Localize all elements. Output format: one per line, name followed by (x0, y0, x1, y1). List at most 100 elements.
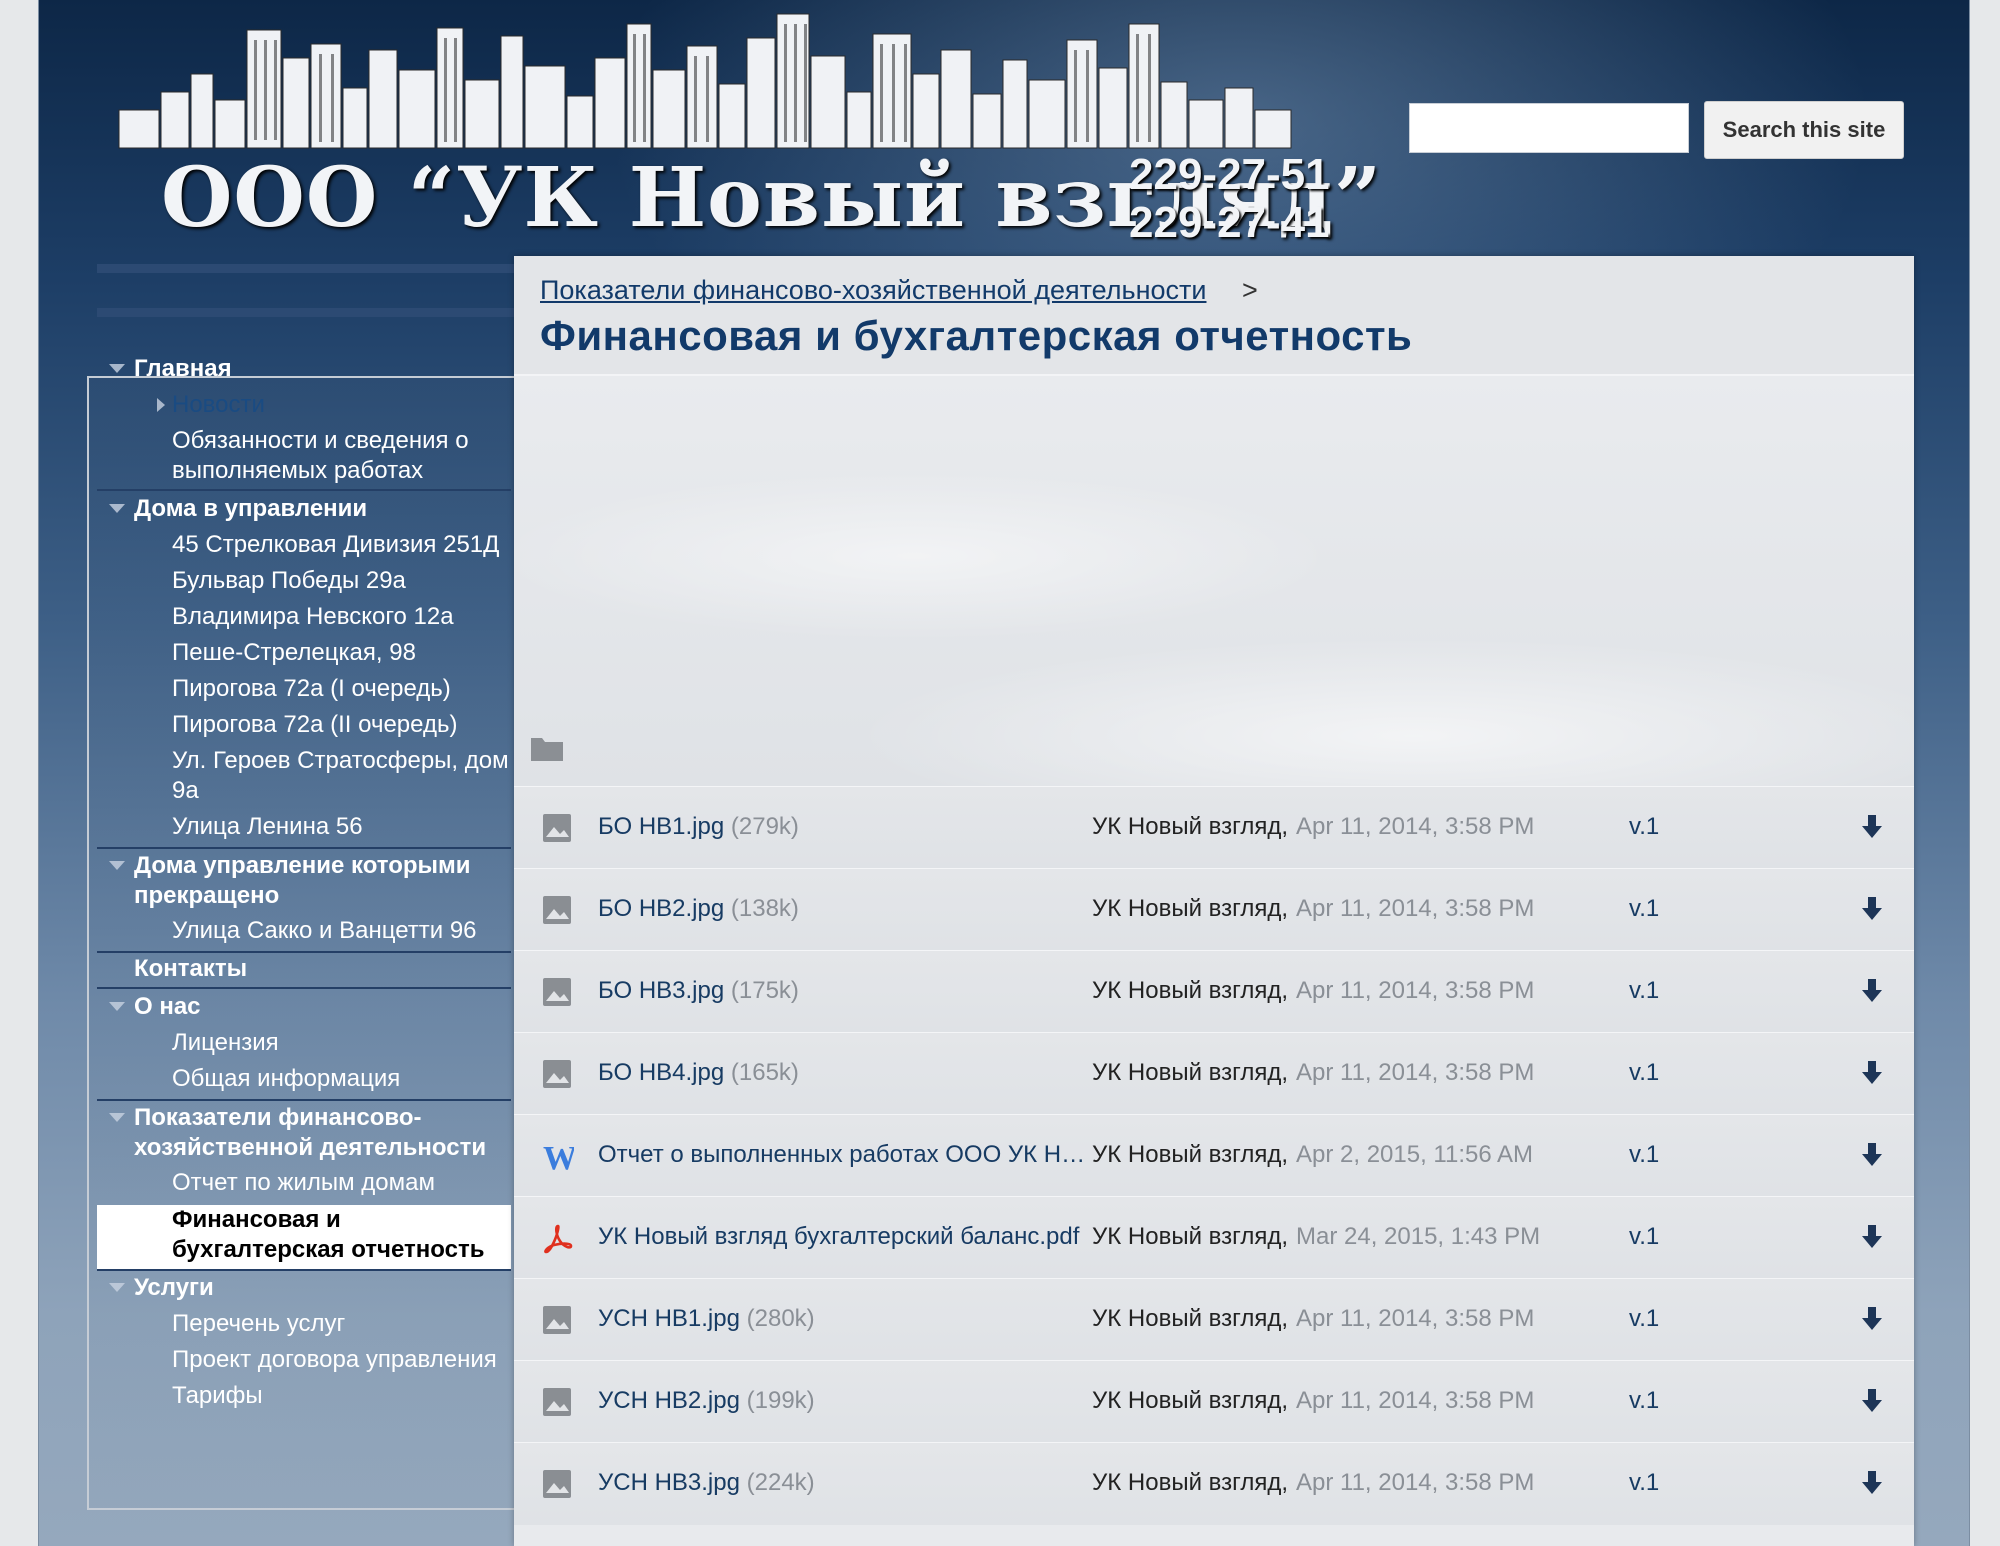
file-row[interactable]: W Отчет о выполненных работах ООО УК Н… … (514, 1114, 1914, 1197)
file-name-link[interactable]: УК Новый взгляд бухгалтерский баланс.pdf (598, 1223, 1088, 1251)
sidebar-item-license[interactable]: Лицензия (97, 1028, 511, 1058)
sidebar-item-services[interactable]: Услуги (97, 1273, 511, 1303)
collapsed-icon (157, 398, 165, 412)
file-version-link[interactable]: v.1 (1629, 1223, 1659, 1251)
sidebar-item-former-houses[interactable]: Дома управление которыми прекращено (97, 851, 511, 911)
file-version-link[interactable]: v.1 (1629, 1305, 1659, 1333)
word-icon: W (543, 1141, 574, 1173)
file-name-link[interactable]: БО НВ2.jpg (138k) (598, 895, 1088, 923)
file-name-link[interactable]: БО НВ3.jpg (175k) (598, 977, 1088, 1005)
download-icon[interactable] (1860, 1141, 1884, 1169)
sidebar-item-label: 45 Стрелковая Дивизия 251Д (172, 531, 500, 558)
sidebar-item-label: Пирогова 72а (I очередь) (172, 675, 451, 702)
file-name-link[interactable]: БО НВ1.jpg (279k) (598, 813, 1088, 841)
sidebar-item-house[interactable]: Пирогова 72а (I очередь) (97, 674, 511, 704)
sidebar-item-tariffs[interactable]: Тарифы (97, 1381, 511, 1411)
file-row[interactable]: БО НВ3.jpg (175k) УК Новый взгляд, Apr 1… (514, 950, 1914, 1033)
skyline-logo (118, 13, 1292, 149)
sidebar-item-about[interactable]: О нас (97, 992, 511, 1022)
download-icon[interactable] (1860, 1223, 1884, 1251)
sidebar-item-financial-indicators[interactable]: Показатели финансово-хозяйственной деяте… (97, 1103, 511, 1163)
file-name-link[interactable]: Отчет о выполненных работах ООО УК Н… (598, 1141, 1088, 1169)
sidebar-item-news[interactable]: Новости (97, 390, 511, 420)
file-name-link[interactable]: БО НВ4.jpg (165k) (598, 1059, 1088, 1087)
file-date: Apr 2, 2015, 11:56 AM (1296, 1141, 1534, 1168)
file-row[interactable]: УСН НВ1.jpg (280k) УК Новый взгляд, Apr … (514, 1278, 1914, 1361)
file-row[interactable]: БО НВ4.jpg (165k) УК Новый взгляд, Apr 1… (514, 1032, 1914, 1115)
svg-text:W: W (543, 1141, 574, 1173)
file-date: Apr 11, 2014, 3:58 PM (1296, 1059, 1535, 1086)
download-icon[interactable] (1860, 1305, 1884, 1333)
sidebar-separator (97, 987, 511, 989)
download-icon[interactable] (1860, 1469, 1884, 1497)
sidebar-item-label: Дома управление которыми прекращено (134, 852, 471, 909)
search-button[interactable]: Search this site (1704, 101, 1904, 159)
sidebar-separator (97, 951, 511, 953)
file-version-link[interactable]: v.1 (1629, 1469, 1659, 1497)
content-background (514, 376, 1914, 786)
file-name-link[interactable]: УСН НВ1.jpg (280k) (598, 1305, 1088, 1333)
sidebar-item-label: Перечень услуг (172, 1310, 346, 1337)
file-version-link[interactable]: v.1 (1629, 1141, 1659, 1169)
search-input[interactable] (1409, 103, 1689, 153)
sidebar-item-houses[interactable]: Дома в управлении (97, 494, 511, 524)
file-row[interactable]: УСН НВ2.jpg (199k) УК Новый взгляд, Apr … (514, 1360, 1914, 1443)
file-name-link[interactable]: УСН НВ2.jpg (199k) (598, 1387, 1088, 1415)
expand-icon (109, 1283, 125, 1292)
file-date: Apr 11, 2014, 3:58 PM (1296, 977, 1535, 1004)
file-row[interactable]: БО НВ2.jpg (138k) УК Новый взгляд, Apr 1… (514, 868, 1914, 951)
sidebar-separator (97, 489, 511, 491)
download-icon[interactable] (1860, 895, 1884, 923)
sidebar-item-housing-report[interactable]: Отчет по жилым домам (97, 1168, 511, 1198)
sidebar-separator (97, 847, 511, 849)
phone-number-2: 229-27-41 (1129, 198, 1330, 247)
sidebar-item-label: Тарифы (172, 1382, 263, 1409)
file-version-link[interactable]: v.1 (1629, 813, 1659, 841)
sidebar-separator (97, 1269, 511, 1271)
pdf-icon (544, 1224, 573, 1254)
file-row[interactable]: УСН НВ3.jpg (224k) УК Новый взгляд, Apr … (514, 1442, 1914, 1525)
file-version-link[interactable]: v.1 (1629, 1387, 1659, 1415)
sidebar-item-label: Дома в управлении (134, 495, 368, 522)
sidebar-item-house[interactable]: Улица Ленина 56 (97, 812, 511, 842)
sidebar-item-financial-reporting[interactable]: Финансовая и бухгалтерская отчетность (97, 1205, 511, 1269)
file-version-link[interactable]: v.1 (1629, 895, 1659, 923)
sidebar-item-house[interactable]: Пирогова 72а (II очередь) (97, 710, 511, 740)
expand-icon (109, 504, 125, 513)
file-name: БО НВ2.jpg (598, 895, 725, 922)
file-name-link[interactable]: УСН НВ3.jpg (224k) (598, 1469, 1088, 1497)
sidebar-item-house[interactable]: Улица Сакко и Ванцетти 96 (97, 916, 511, 946)
sidebar-item-house[interactable]: Владимира Невского 12а (97, 602, 511, 632)
file-row[interactable]: БО НВ1.jpg (279k) УК Новый взгляд, Apr 1… (514, 786, 1914, 869)
sidebar-item-label: Главная (134, 355, 232, 382)
file-owner: УК Новый взгляд, (1092, 1223, 1289, 1250)
breadcrumb-link[interactable]: Показатели финансово-хозяйственной деяте… (540, 275, 1206, 306)
folder-icon[interactable] (530, 734, 564, 762)
file-version-link[interactable]: v.1 (1629, 1059, 1659, 1087)
sidebar-item-house[interactable]: Ул. Героев Стратосферы, дом 9а (97, 746, 511, 806)
download-icon[interactable] (1860, 1059, 1884, 1087)
download-icon[interactable] (1860, 813, 1884, 841)
page-title: Финансовая и бухгалтерская отчетность (540, 312, 1413, 359)
sidebar-item-service-list[interactable]: Перечень услуг (97, 1309, 511, 1339)
sidebar-item-contract-draft[interactable]: Проект договора управления (97, 1345, 511, 1375)
file-name: УСН НВ1.jpg (598, 1305, 740, 1332)
sidebar-item-general-info[interactable]: Общая информация (97, 1064, 511, 1094)
sidebar-item-contacts[interactable]: Контакты (97, 954, 511, 984)
file-version-link[interactable]: v.1 (1629, 977, 1659, 1005)
file-name: УСН НВ2.jpg (598, 1387, 740, 1414)
file-row[interactable]: УК Новый взгляд бухгалтерский баланс.pdf… (514, 1196, 1914, 1279)
sidebar-item-house[interactable]: 45 Стрелковая Дивизия 251Д (97, 530, 511, 560)
download-icon[interactable] (1860, 977, 1884, 1005)
sidebar-item-house[interactable]: Бульвар Победы 29а (97, 566, 511, 596)
download-icon[interactable] (1860, 1387, 1884, 1415)
header-divider-bar (97, 264, 517, 273)
file-owner: УК Новый взгляд, (1092, 1387, 1289, 1414)
sidebar-item-duties[interactable]: Обязанности и сведения о выполняемых раб… (97, 426, 511, 486)
image-icon (543, 978, 571, 1006)
sidebar-item-home[interactable]: Главная (97, 354, 511, 384)
file-owner: УК Новый взгляд, (1092, 1141, 1289, 1168)
sidebar-item-house[interactable]: Пеше-Стрелецкая, 98 (97, 638, 511, 668)
sidebar-item-label: Новости (172, 391, 265, 418)
file-owner: УК Новый взгляд, (1092, 813, 1289, 840)
